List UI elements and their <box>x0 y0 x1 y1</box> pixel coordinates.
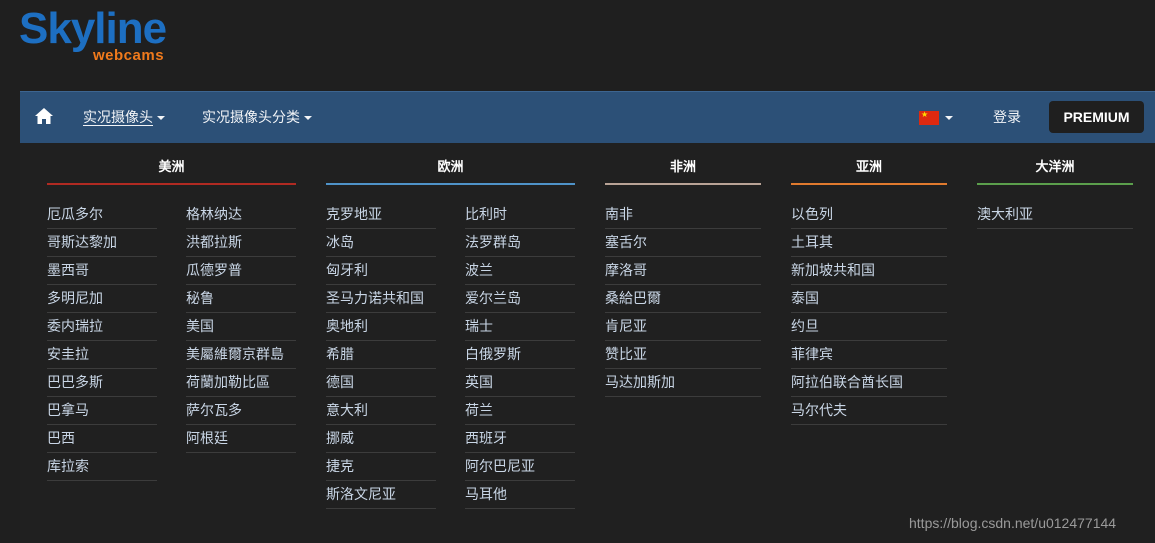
country-link[interactable]: 以色列 <box>791 201 947 229</box>
country-column: 南非 塞舌尔 摩洛哥 桑給巴爾 肯尼亚 赞比亚 马达加斯加 <box>605 201 761 397</box>
region-title-america: 美洲 <box>158 160 185 175</box>
region-title-oceania: 大洋洲 <box>1035 160 1075 175</box>
region-title-europe: 欧洲 <box>437 160 464 175</box>
country-link[interactable]: 库拉索 <box>47 453 157 481</box>
country-link[interactable]: 巴西 <box>47 425 157 453</box>
region-divider <box>326 183 575 185</box>
country-link[interactable]: 马达加斯加 <box>605 369 761 397</box>
country-link[interactable]: 德国 <box>326 369 436 397</box>
country-link[interactable]: 捷克 <box>326 453 436 481</box>
country-link[interactable]: 白俄罗斯 <box>465 341 575 369</box>
country-link[interactable]: 马耳他 <box>465 481 575 509</box>
country-link[interactable]: 赞比亚 <box>605 341 761 369</box>
country-link[interactable]: 圣马力诺共和国 <box>326 285 436 313</box>
country-link[interactable]: 墨西哥 <box>47 257 157 285</box>
country-link[interactable]: 萨尔瓦多 <box>186 397 296 425</box>
country-link[interactable]: 波兰 <box>465 257 575 285</box>
country-link[interactable]: 西班牙 <box>465 425 575 453</box>
country-column: 厄瓜多尔 哥斯达黎加 墨西哥 多明尼加 委内瑞拉 安圭拉 巴巴多斯 巴拿马 巴西 库拉索 <box>47 201 157 481</box>
country-link[interactable]: 泰国 <box>791 285 947 313</box>
premium-button[interactable]: PREMIUM <box>1049 101 1144 133</box>
region-divider <box>791 183 947 185</box>
country-link[interactable]: 多明尼加 <box>47 285 157 313</box>
country-link[interactable]: 新加坡共和国 <box>791 257 947 285</box>
language-selector[interactable]: ★ <box>919 110 959 128</box>
region-divider <box>977 183 1133 185</box>
country-link[interactable]: 克罗地亚 <box>326 201 436 229</box>
country-link[interactable]: 澳大利亚 <box>977 201 1133 229</box>
logo-subtitle: webcams <box>93 47 165 64</box>
country-link[interactable]: 英国 <box>465 369 575 397</box>
login-link[interactable]: 登录 <box>993 92 1021 144</box>
country-link[interactable]: 桑給巴爾 <box>605 285 761 313</box>
country-link[interactable]: 塞舌尔 <box>605 229 761 257</box>
main-navbar: 实况摄像头 实况摄像头分类 ★ 登录 PREMIUM <box>20 91 1155 143</box>
country-link[interactable]: 洪都拉斯 <box>186 229 296 257</box>
chevron-down-icon <box>157 116 165 120</box>
region-title-africa: 非洲 <box>669 160 696 175</box>
country-link[interactable]: 法罗群岛 <box>465 229 575 257</box>
country-link[interactable]: 意大利 <box>326 397 436 425</box>
country-link[interactable]: 奥地利 <box>326 313 436 341</box>
chevron-down-icon <box>304 116 312 120</box>
chevron-down-icon <box>945 116 953 120</box>
country-link[interactable]: 阿根廷 <box>186 425 296 453</box>
country-column: 澳大利亚 <box>977 201 1133 229</box>
country-link[interactable]: 斯洛文尼亚 <box>326 481 436 509</box>
country-link[interactable]: 马尔代夫 <box>791 397 947 425</box>
country-link[interactable]: 挪威 <box>326 425 436 453</box>
country-link[interactable]: 美国 <box>186 313 296 341</box>
country-link[interactable]: 爱尔兰岛 <box>465 285 575 313</box>
country-link[interactable]: 格林纳达 <box>186 201 296 229</box>
region-divider <box>47 183 296 185</box>
country-link[interactable]: 比利时 <box>465 201 575 229</box>
country-link[interactable]: 荷蘭加勒比區 <box>186 369 296 397</box>
country-link[interactable]: 摩洛哥 <box>605 257 761 285</box>
country-link[interactable]: 土耳其 <box>791 229 947 257</box>
country-link[interactable]: 安圭拉 <box>47 341 157 369</box>
country-link[interactable]: 约旦 <box>791 313 947 341</box>
live-webcams-label: 实况摄像头 <box>83 110 153 126</box>
country-link[interactable]: 哥斯达黎加 <box>47 229 157 257</box>
china-flag-icon: ★ <box>919 110 939 125</box>
country-link[interactable]: 美屬維爾京群島 <box>186 341 296 369</box>
country-link[interactable]: 阿拉伯联合酋长国 <box>791 369 947 397</box>
live-webcams-menu[interactable]: 实况摄像头 <box>83 92 165 144</box>
country-link[interactable]: 南非 <box>605 201 761 229</box>
country-link[interactable]: 希腊 <box>326 341 436 369</box>
country-link[interactable]: 巴拿马 <box>47 397 157 425</box>
country-link[interactable]: 菲律宾 <box>791 341 947 369</box>
country-link[interactable]: 委内瑞拉 <box>47 313 157 341</box>
country-column: 克罗地亚 冰岛 匈牙利 圣马力诺共和国 奥地利 希腊 德国 意大利 挪威 捷克 斯洛文尼亚 <box>326 201 436 509</box>
country-link[interactable]: 阿尔巴尼亚 <box>465 453 575 481</box>
country-link[interactable]: 巴巴多斯 <box>47 369 157 397</box>
country-link[interactable]: 瓜德罗普 <box>186 257 296 285</box>
country-link[interactable]: 匈牙利 <box>326 257 436 285</box>
webcam-categories-menu[interactable]: 实况摄像头分类 <box>202 92 312 144</box>
skyline-logo[interactable]: Skyline webcams <box>19 4 194 68</box>
country-column: 以色列 土耳其 新加坡共和国 泰国 约旦 菲律宾 阿拉伯联合酋长国 马尔代夫 <box>791 201 947 425</box>
webcam-categories-label: 实况摄像头分类 <box>202 110 300 126</box>
country-column: 格林纳达 洪都拉斯 瓜德罗普 秘鲁 美国 美屬維爾京群島 荷蘭加勒比區 萨尔瓦多 阿根廷 <box>186 201 296 453</box>
watermark-text: https://blog.csdn.net/u012477144 <box>909 515 1117 531</box>
country-link[interactable]: 肯尼亚 <box>605 313 761 341</box>
home-icon[interactable] <box>34 107 54 127</box>
country-link[interactable]: 荷兰 <box>465 397 575 425</box>
country-column: 比利时 法罗群岛 波兰 爱尔兰岛 瑞士 白俄罗斯 英国 荷兰 西班牙 阿尔巴尼亚 马耳他 <box>465 201 575 509</box>
live-webcams-dropdown: 美洲 厄瓜多尔 哥斯达黎加 墨西哥 多明尼加 委内瑞拉 安圭拉 巴巴多斯 巴拿马 巴西 库拉索 格… <box>20 143 1155 543</box>
country-link[interactable]: 冰岛 <box>326 229 436 257</box>
country-link[interactable]: 秘鲁 <box>186 285 296 313</box>
region-title-asia: 亚洲 <box>855 160 882 175</box>
region-divider <box>605 183 761 185</box>
country-link[interactable]: 瑞士 <box>465 313 575 341</box>
country-link[interactable]: 厄瓜多尔 <box>47 201 157 229</box>
